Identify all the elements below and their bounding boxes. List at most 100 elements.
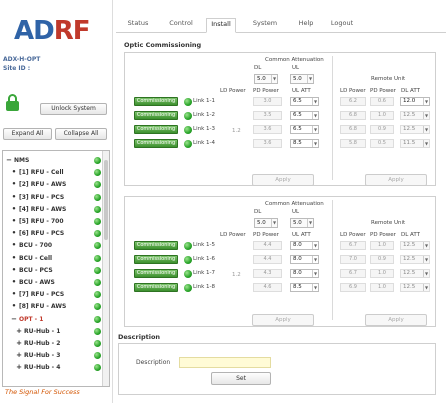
ru-pd-power-value: 0.9 (370, 255, 394, 264)
tree-item[interactable]: • BCU - AWS (3, 277, 103, 288)
tree-item[interactable]: • [4] RFU - AWS (3, 204, 103, 215)
description-input[interactable] (179, 357, 271, 368)
commissioning-button[interactable]: Commissioning (134, 269, 178, 278)
tree-item[interactable]: • [6] RFU - PCS (3, 228, 103, 239)
tab-status[interactable]: Status (125, 18, 151, 33)
tab-help[interactable]: Help (296, 18, 316, 33)
ru-dl-att-select[interactable]: 12.5 ▼ (400, 125, 430, 134)
tab-install[interactable]: Install (206, 18, 236, 33)
tree-item[interactable]: • [5] RFU - 700 (3, 216, 103, 227)
tree-expander-icon[interactable]: • (11, 167, 17, 178)
status-led-icon (94, 266, 101, 274)
tree-expander-icon[interactable]: + (16, 326, 22, 337)
tree-expander-icon[interactable]: − (6, 155, 12, 166)
ul-attenuation-select[interactable]: 5.0 ▼ (290, 218, 314, 228)
tree-expander-icon[interactable]: • (11, 240, 17, 251)
remote-apply-button[interactable]: Apply (365, 174, 427, 186)
tree-item[interactable]: + RU-Hub - 4 (3, 362, 103, 373)
tab-control[interactable]: Control (168, 18, 194, 33)
status-led-icon (94, 352, 101, 360)
tree-item[interactable]: • BCU - PCS (3, 265, 103, 276)
tree-expander-icon[interactable]: • (11, 289, 17, 300)
ru-dl-att-value: 11.5 (403, 140, 416, 146)
ru-dl-att-select[interactable]: 12.0 ▼ (400, 97, 430, 106)
tree-expander-icon[interactable]: • (11, 265, 17, 276)
unlock-system-button[interactable]: Unlock System (40, 103, 107, 115)
chevron-down-icon: ▼ (307, 219, 313, 227)
tree-expander-icon[interactable]: • (11, 301, 17, 312)
tree-item[interactable]: • [7] RFU - PCS (3, 289, 103, 300)
tree-expander-icon[interactable]: • (11, 216, 17, 227)
description-section-title: Description (118, 333, 161, 341)
status-led-icon (94, 364, 101, 372)
tree-item[interactable]: • [8] RFU - AWS (3, 301, 103, 312)
tree-item[interactable]: • BCU - 700 (3, 240, 103, 251)
chevron-down-icon: ▼ (423, 98, 429, 105)
tab-system[interactable]: System (252, 18, 278, 33)
dl-attenuation-select[interactable]: 5.0 ▼ (254, 74, 278, 84)
apply-button[interactable]: Apply (252, 174, 314, 186)
tree-expander-icon[interactable]: + (16, 338, 22, 349)
tree-expander-icon[interactable]: + (16, 350, 22, 361)
tree-expander-icon[interactable]: • (11, 228, 17, 239)
tree-item-label: [5] RFU - 700 (19, 218, 64, 225)
tree-expander-icon[interactable]: − (11, 314, 17, 325)
ru-dl-att-value: 12.5 (403, 270, 416, 276)
ul-attenuation-select[interactable]: 5.0 ▼ (290, 74, 314, 84)
commissioning-button[interactable]: Commissioning (134, 97, 178, 106)
tree-expander-icon[interactable]: • (11, 204, 17, 215)
chevron-down-icon: ▼ (312, 98, 318, 105)
chevron-down-icon: ▼ (423, 140, 429, 147)
tree-item[interactable]: + RU-Hub - 3 (3, 350, 103, 361)
ru-ld-power-value: 6.7 (340, 241, 366, 250)
ru-dl-att-select[interactable]: 12.5 ▼ (400, 111, 430, 120)
ru-dl-att-select[interactable]: 11.5 ▼ (400, 139, 430, 148)
status-led-icon (94, 340, 101, 347)
ul-att-select[interactable]: 6.5 ▼ (290, 97, 319, 106)
tab-logout[interactable]: Logout (330, 18, 354, 33)
tree-item[interactable]: • BCU - Cell (3, 253, 103, 264)
tree-item[interactable]: • [1] RFU - Cell (3, 167, 103, 178)
commissioning-button[interactable]: Commissioning (134, 125, 178, 134)
apply-button[interactable]: Apply (252, 314, 314, 326)
ul-att-select[interactable]: 8.5 ▼ (290, 283, 319, 292)
commissioning-button[interactable]: Commissioning (134, 139, 178, 148)
commissioning-button[interactable]: Commissioning (134, 241, 178, 250)
expand-all-button[interactable]: Expand All (3, 128, 52, 140)
ul-att-select[interactable]: 6.5 ▼ (290, 111, 319, 120)
tree-expander-icon[interactable]: • (11, 179, 17, 190)
tree-item-label: [6] RFU - PCS (19, 230, 65, 238)
tree-expander-icon[interactable]: • (11, 253, 17, 264)
commissioning-button[interactable]: Commissioning (134, 255, 178, 264)
collapse-all-button[interactable]: Collapse All (55, 128, 107, 140)
commissioning-button[interactable]: Commissioning (134, 111, 178, 120)
ru-dl-att-select[interactable]: 12.5 ▼ (400, 269, 430, 278)
tree-item[interactable]: + RU-Hub - 1 (3, 326, 103, 337)
set-button[interactable]: Set (211, 372, 271, 385)
dl-attenuation-value: 5.0 (257, 76, 266, 82)
ul-att-select[interactable]: 8.5 ▼ (290, 139, 319, 148)
tree-expander-icon[interactable]: • (11, 277, 17, 288)
commissioning-button[interactable]: Commissioning (134, 283, 178, 292)
tree-item[interactable]: − NMS (3, 155, 103, 166)
pd-power-value: 3.6 (253, 139, 282, 148)
tree-expander-icon[interactable]: + (16, 362, 22, 373)
ul-att-select[interactable]: 6.5 ▼ (290, 125, 319, 134)
remote-apply-button[interactable]: Apply (365, 314, 427, 326)
tree-item[interactable]: • [2] RFU - AWS (3, 179, 103, 190)
ru-dl-att-select[interactable]: 12.5 ▼ (400, 283, 430, 292)
tree-item-label: [4] RFU - AWS (19, 205, 67, 213)
ul-att-select[interactable]: 8.0 ▼ (290, 255, 319, 264)
ru-dl-att-select[interactable]: 12.5 ▼ (400, 255, 430, 264)
ul-att-select[interactable]: 8.0 ▼ (290, 269, 319, 278)
tree-expander-icon[interactable]: • (11, 192, 17, 203)
tree-scrollbar[interactable] (102, 151, 109, 386)
tree-item[interactable]: − OPT - 1 (3, 314, 103, 325)
dl-attenuation-select[interactable]: 5.0 ▼ (254, 218, 278, 228)
ru-dl-att-select[interactable]: 12.5 ▼ (400, 241, 430, 250)
ru-dl-att-value: 12.5 (403, 242, 416, 248)
ul-att-select[interactable]: 8.0 ▼ (290, 241, 319, 250)
tree-item[interactable]: • [3] RFU - PCS (3, 192, 103, 203)
tree-item[interactable]: + RU-Hub - 2 (3, 338, 103, 349)
ru-pd-power-value: 1.0 (370, 111, 394, 120)
